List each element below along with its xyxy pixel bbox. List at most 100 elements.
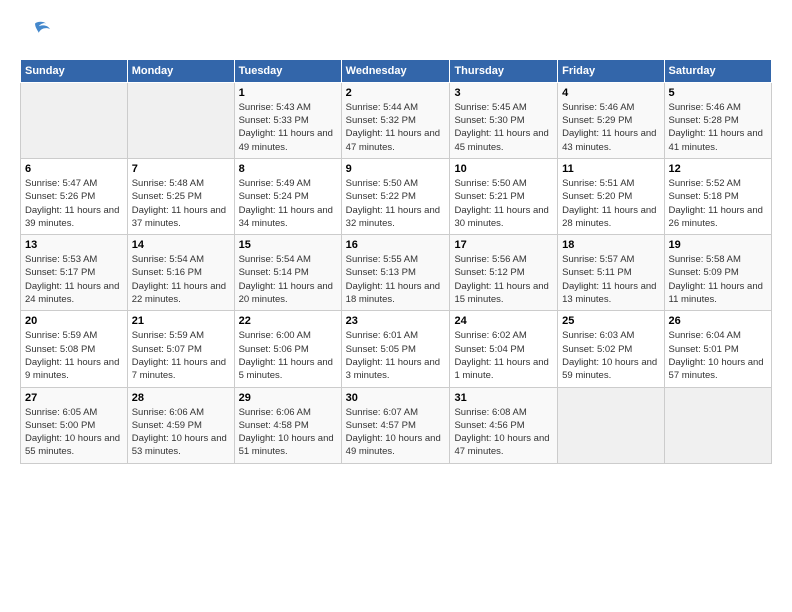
day-number: 16 xyxy=(346,239,446,251)
day-number: 10 xyxy=(454,163,553,175)
day-number: 21 xyxy=(132,315,230,327)
calendar-cell: 30 Sunrise: 6:07 AMSunset: 4:57 PMDaylig… xyxy=(341,387,450,463)
calendar-cell: 24 Sunrise: 6:02 AMSunset: 5:04 PMDaylig… xyxy=(450,311,558,387)
day-number: 9 xyxy=(346,163,446,175)
day-info: Sunrise: 5:47 AMSunset: 5:26 PMDaylight:… xyxy=(25,178,119,229)
calendar-cell: 20 Sunrise: 5:59 AMSunset: 5:08 PMDaylig… xyxy=(21,311,128,387)
day-info: Sunrise: 5:59 AMSunset: 5:08 PMDaylight:… xyxy=(25,330,119,381)
calendar-cell: 21 Sunrise: 5:59 AMSunset: 5:07 PMDaylig… xyxy=(127,311,234,387)
calendar-cell: 10 Sunrise: 5:50 AMSunset: 5:21 PMDaylig… xyxy=(450,158,558,234)
calendar-cell: 12 Sunrise: 5:52 AMSunset: 5:18 PMDaylig… xyxy=(664,158,771,234)
day-info: Sunrise: 5:46 AMSunset: 5:29 PMDaylight:… xyxy=(562,102,656,153)
day-number: 4 xyxy=(562,87,659,99)
calendar-cell: 15 Sunrise: 5:54 AMSunset: 5:14 PMDaylig… xyxy=(234,235,341,311)
day-number: 6 xyxy=(25,163,123,175)
day-number: 20 xyxy=(25,315,123,327)
day-info: Sunrise: 6:02 AMSunset: 5:04 PMDaylight:… xyxy=(454,330,548,381)
header xyxy=(20,16,772,49)
day-number: 17 xyxy=(454,239,553,251)
calendar-header-row: SundayMondayTuesdayWednesdayThursdayFrid… xyxy=(21,59,772,82)
day-info: Sunrise: 5:54 AMSunset: 5:16 PMDaylight:… xyxy=(132,254,226,305)
calendar-cell: 1 Sunrise: 5:43 AMSunset: 5:33 PMDayligh… xyxy=(234,82,341,158)
calendar-cell: 23 Sunrise: 6:01 AMSunset: 5:05 PMDaylig… xyxy=(341,311,450,387)
week-row-3: 13 Sunrise: 5:53 AMSunset: 5:17 PMDaylig… xyxy=(21,235,772,311)
day-number: 13 xyxy=(25,239,123,251)
calendar-table: SundayMondayTuesdayWednesdayThursdayFrid… xyxy=(20,59,772,464)
main-container: SundayMondayTuesdayWednesdayThursdayFrid… xyxy=(0,0,792,474)
day-info: Sunrise: 6:04 AMSunset: 5:01 PMDaylight:… xyxy=(669,330,764,381)
calendar-cell: 19 Sunrise: 5:58 AMSunset: 5:09 PMDaylig… xyxy=(664,235,771,311)
day-info: Sunrise: 5:46 AMSunset: 5:28 PMDaylight:… xyxy=(669,102,763,153)
day-header-thursday: Thursday xyxy=(450,59,558,82)
day-header-saturday: Saturday xyxy=(664,59,771,82)
calendar-cell: 17 Sunrise: 5:56 AMSunset: 5:12 PMDaylig… xyxy=(450,235,558,311)
day-info: Sunrise: 5:56 AMSunset: 5:12 PMDaylight:… xyxy=(454,254,548,305)
day-number: 1 xyxy=(239,87,337,99)
calendar-cell: 9 Sunrise: 5:50 AMSunset: 5:22 PMDayligh… xyxy=(341,158,450,234)
calendar-cell: 26 Sunrise: 6:04 AMSunset: 5:01 PMDaylig… xyxy=(664,311,771,387)
day-number: 14 xyxy=(132,239,230,251)
day-number: 18 xyxy=(562,239,659,251)
day-number: 25 xyxy=(562,315,659,327)
day-number: 8 xyxy=(239,163,337,175)
day-info: Sunrise: 6:07 AMSunset: 4:57 PMDaylight:… xyxy=(346,407,441,458)
day-header-wednesday: Wednesday xyxy=(341,59,450,82)
calendar-cell xyxy=(21,82,128,158)
day-info: Sunrise: 5:50 AMSunset: 5:22 PMDaylight:… xyxy=(346,178,440,229)
day-info: Sunrise: 5:43 AMSunset: 5:33 PMDaylight:… xyxy=(239,102,333,153)
day-info: Sunrise: 5:45 AMSunset: 5:30 PMDaylight:… xyxy=(454,102,548,153)
day-info: Sunrise: 5:48 AMSunset: 5:25 PMDaylight:… xyxy=(132,178,226,229)
day-number: 3 xyxy=(454,87,553,99)
day-number: 15 xyxy=(239,239,337,251)
day-number: 31 xyxy=(454,392,553,404)
calendar-cell: 14 Sunrise: 5:54 AMSunset: 5:16 PMDaylig… xyxy=(127,235,234,311)
calendar-cell xyxy=(127,82,234,158)
calendar-cell: 6 Sunrise: 5:47 AMSunset: 5:26 PMDayligh… xyxy=(21,158,128,234)
day-header-monday: Monday xyxy=(127,59,234,82)
calendar-cell: 22 Sunrise: 6:00 AMSunset: 5:06 PMDaylig… xyxy=(234,311,341,387)
logo xyxy=(20,16,50,49)
logo-text xyxy=(20,16,50,49)
calendar-cell: 2 Sunrise: 5:44 AMSunset: 5:32 PMDayligh… xyxy=(341,82,450,158)
day-info: Sunrise: 5:59 AMSunset: 5:07 PMDaylight:… xyxy=(132,330,226,381)
calendar-cell: 18 Sunrise: 5:57 AMSunset: 5:11 PMDaylig… xyxy=(558,235,664,311)
day-info: Sunrise: 5:55 AMSunset: 5:13 PMDaylight:… xyxy=(346,254,440,305)
day-number: 22 xyxy=(239,315,337,327)
day-number: 30 xyxy=(346,392,446,404)
week-row-2: 6 Sunrise: 5:47 AMSunset: 5:26 PMDayligh… xyxy=(21,158,772,234)
day-info: Sunrise: 6:00 AMSunset: 5:06 PMDaylight:… xyxy=(239,330,333,381)
logo-bird-icon xyxy=(22,16,50,44)
day-number: 26 xyxy=(669,315,767,327)
day-header-sunday: Sunday xyxy=(21,59,128,82)
day-info: Sunrise: 5:50 AMSunset: 5:21 PMDaylight:… xyxy=(454,178,548,229)
day-number: 27 xyxy=(25,392,123,404)
week-row-1: 1 Sunrise: 5:43 AMSunset: 5:33 PMDayligh… xyxy=(21,82,772,158)
day-info: Sunrise: 5:44 AMSunset: 5:32 PMDaylight:… xyxy=(346,102,440,153)
calendar-cell: 27 Sunrise: 6:05 AMSunset: 5:00 PMDaylig… xyxy=(21,387,128,463)
day-info: Sunrise: 5:58 AMSunset: 5:09 PMDaylight:… xyxy=(669,254,763,305)
day-info: Sunrise: 5:53 AMSunset: 5:17 PMDaylight:… xyxy=(25,254,119,305)
day-info: Sunrise: 6:03 AMSunset: 5:02 PMDaylight:… xyxy=(562,330,657,381)
day-number: 2 xyxy=(346,87,446,99)
calendar-cell: 31 Sunrise: 6:08 AMSunset: 4:56 PMDaylig… xyxy=(450,387,558,463)
calendar-body: 1 Sunrise: 5:43 AMSunset: 5:33 PMDayligh… xyxy=(21,82,772,463)
day-info: Sunrise: 5:49 AMSunset: 5:24 PMDaylight:… xyxy=(239,178,333,229)
day-info: Sunrise: 6:01 AMSunset: 5:05 PMDaylight:… xyxy=(346,330,440,381)
week-row-4: 20 Sunrise: 5:59 AMSunset: 5:08 PMDaylig… xyxy=(21,311,772,387)
calendar-cell: 16 Sunrise: 5:55 AMSunset: 5:13 PMDaylig… xyxy=(341,235,450,311)
calendar-cell: 29 Sunrise: 6:06 AMSunset: 4:58 PMDaylig… xyxy=(234,387,341,463)
day-number: 5 xyxy=(669,87,767,99)
day-number: 11 xyxy=(562,163,659,175)
calendar-cell: 3 Sunrise: 5:45 AMSunset: 5:30 PMDayligh… xyxy=(450,82,558,158)
day-number: 28 xyxy=(132,392,230,404)
day-info: Sunrise: 6:06 AMSunset: 4:58 PMDaylight:… xyxy=(239,407,334,458)
day-number: 23 xyxy=(346,315,446,327)
calendar-cell: 28 Sunrise: 6:06 AMSunset: 4:59 PMDaylig… xyxy=(127,387,234,463)
calendar-cell: 4 Sunrise: 5:46 AMSunset: 5:29 PMDayligh… xyxy=(558,82,664,158)
week-row-5: 27 Sunrise: 6:05 AMSunset: 5:00 PMDaylig… xyxy=(21,387,772,463)
calendar-cell: 11 Sunrise: 5:51 AMSunset: 5:20 PMDaylig… xyxy=(558,158,664,234)
day-info: Sunrise: 6:06 AMSunset: 4:59 PMDaylight:… xyxy=(132,407,227,458)
day-number: 24 xyxy=(454,315,553,327)
day-info: Sunrise: 5:51 AMSunset: 5:20 PMDaylight:… xyxy=(562,178,656,229)
calendar-cell: 25 Sunrise: 6:03 AMSunset: 5:02 PMDaylig… xyxy=(558,311,664,387)
